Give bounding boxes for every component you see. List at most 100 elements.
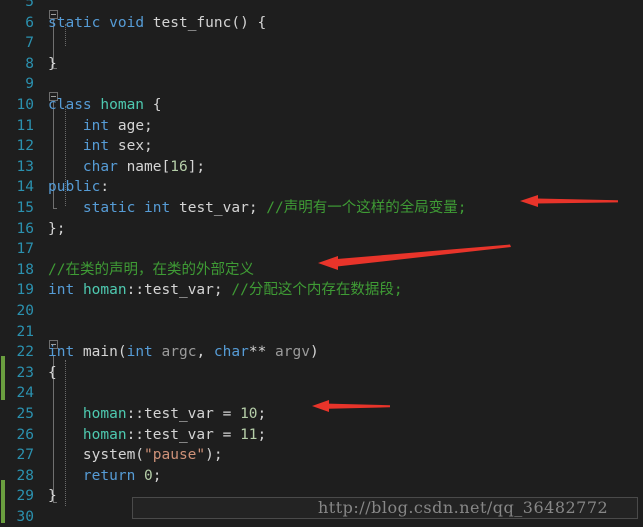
line-number: 22 <box>16 344 34 361</box>
code-line[interactable]: 22 int main(int argc, char** argv) <box>0 342 643 363</box>
code-token: sex; <box>109 138 153 155</box>
line-number: 9 <box>25 76 34 93</box>
line-number: 23 <box>16 364 34 381</box>
line-number: 30 <box>16 509 34 525</box>
code-line[interactable]: 23 { <box>0 363 643 384</box>
code-token: //声明有一个这样的全局变量; <box>266 200 467 216</box>
code-text: int sex; <box>48 136 153 157</box>
code-token: : <box>100 179 110 196</box>
code-token: { <box>48 364 57 381</box>
code-token: { <box>144 97 162 113</box>
line-number: 21 <box>16 323 34 340</box>
code-token: ; <box>152 467 162 484</box>
code-token: void <box>109 14 145 31</box>
code-token: ) <box>309 344 319 361</box>
code-token: //在类的声明，在类的外部定义 <box>48 261 254 278</box>
code-token: ::test_var; <box>126 282 232 299</box>
line-number: 5 <box>25 0 34 10</box>
code-token: argc <box>161 344 197 361</box>
code-text: static int test_var; //声明有一个这样的全局变量; <box>48 198 467 219</box>
code-line[interactable]: 27 system("pause"); <box>0 445 643 466</box>
code-editor[interactable]: 5 6 static void test_func() {7 8} 9 10 class h… <box>0 0 643 527</box>
arrow-out-of-class-definition <box>318 244 511 270</box>
line-number: 11 <box>16 117 34 134</box>
code-token: return <box>82 467 136 484</box>
code-token: homan <box>82 406 127 422</box>
code-token: char <box>213 344 249 361</box>
code-text: { <box>48 363 57 384</box>
code-line[interactable]: 13 char name[16]; <box>0 157 643 178</box>
line-number: 15 <box>16 200 34 216</box>
code-text: system("pause"); <box>48 445 223 466</box>
code-text: } <box>48 54 57 75</box>
code-token: static <box>48 14 101 31</box>
code-text: int main(int argc, char** argv) <box>48 342 319 363</box>
watermark-url: http://blog.csdn.net/qq_36482772 <box>318 498 609 517</box>
code-token: ::test_var = <box>126 426 241 443</box>
code-token: static <box>82 200 136 216</box>
line-number: 10 <box>16 97 34 113</box>
code-token: int <box>48 282 75 299</box>
code-line[interactable]: 9 <box>0 74 643 95</box>
code-text: public: <box>48 177 109 198</box>
code-token: name[ <box>117 158 171 175</box>
code-token: 16 <box>170 158 188 175</box>
code-token: 11 <box>240 426 258 443</box>
code-line[interactable]: 7 <box>0 33 643 54</box>
code-text: int age; <box>48 116 153 137</box>
code-token: test_var; <box>170 200 267 216</box>
code-line[interactable]: 8} <box>0 54 643 75</box>
code-line[interactable]: 19 int homan::test_var; //分配这个内存在数据段; <box>0 280 643 301</box>
code-line[interactable]: 12 int sex; <box>0 136 643 157</box>
line-number: 16 <box>16 220 34 237</box>
code-token: 0 <box>144 467 153 484</box>
code-text: } <box>48 486 57 507</box>
arrow-static-member-decl <box>520 195 618 207</box>
code-line[interactable]: 28 return 0; <box>0 466 643 487</box>
line-number: 14 <box>16 179 34 196</box>
code-line[interactable]: 10 class homan { <box>0 95 643 116</box>
code-token: homan <box>82 282 127 299</box>
code-token: age; <box>109 117 153 134</box>
code-token: test_func() { <box>144 14 267 31</box>
line-number: 24 <box>16 385 34 402</box>
line-number: 25 <box>16 406 34 422</box>
code-line[interactable]: 16}; <box>0 219 643 240</box>
line-number: 13 <box>16 158 34 175</box>
code-line[interactable]: 5 <box>0 0 643 13</box>
code-line[interactable]: 20 <box>0 301 643 322</box>
code-line[interactable]: 11 int age; <box>0 116 643 137</box>
code-token: int <box>82 138 110 155</box>
code-token: ; <box>257 406 267 422</box>
line-number: 27 <box>16 447 34 464</box>
line-number: 17 <box>16 241 34 258</box>
code-token: int <box>82 117 110 134</box>
code-text: static void test_func() { <box>48 13 266 34</box>
code-token: system( <box>48 447 145 464</box>
code-token: }; <box>48 220 66 237</box>
code-text: class homan { <box>48 95 162 116</box>
code-token: public <box>48 179 101 196</box>
code-token: } <box>48 488 57 505</box>
code-token: char <box>82 158 118 175</box>
code-text: homan::test_var = 11; <box>48 425 266 446</box>
code-token: int <box>144 200 171 216</box>
code-text: }; <box>48 219 65 240</box>
line-number: 6 <box>25 14 34 31</box>
line-number: 20 <box>16 303 34 319</box>
code-token: class <box>48 97 92 113</box>
code-line[interactable]: 21 <box>0 322 643 343</box>
code-token: ; <box>257 426 267 443</box>
code-line[interactable]: 26 homan::test_var = 11; <box>0 425 643 446</box>
code-text: char name[16]; <box>48 157 205 178</box>
code-line[interactable]: 6 static void test_func() { <box>0 13 643 34</box>
